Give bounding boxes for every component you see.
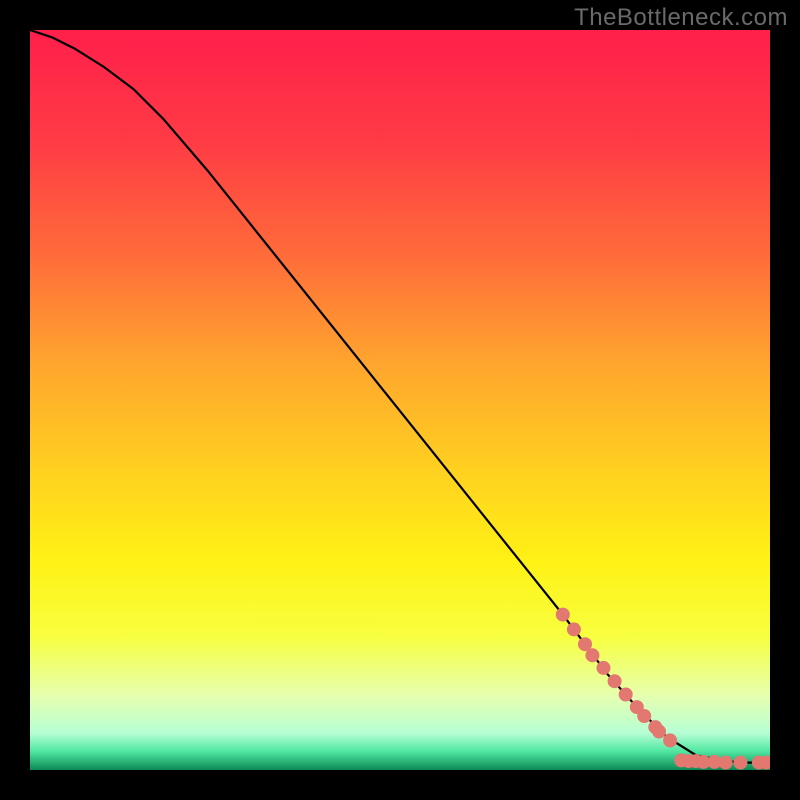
data-marker xyxy=(619,688,633,702)
data-marker xyxy=(597,661,611,675)
data-marker xyxy=(556,608,570,622)
plot-area xyxy=(30,30,770,770)
data-marker xyxy=(719,756,733,770)
data-marker xyxy=(637,709,651,723)
data-marker xyxy=(585,648,599,662)
data-marker xyxy=(567,622,581,636)
gradient-background xyxy=(30,30,770,770)
data-marker xyxy=(608,674,622,688)
watermark-text: TheBottleneck.com xyxy=(574,4,788,32)
data-marker xyxy=(663,733,677,747)
data-marker xyxy=(733,756,747,770)
chart-frame: TheBottleneck.com xyxy=(0,0,800,800)
data-marker xyxy=(652,725,666,739)
chart-svg xyxy=(30,30,770,770)
